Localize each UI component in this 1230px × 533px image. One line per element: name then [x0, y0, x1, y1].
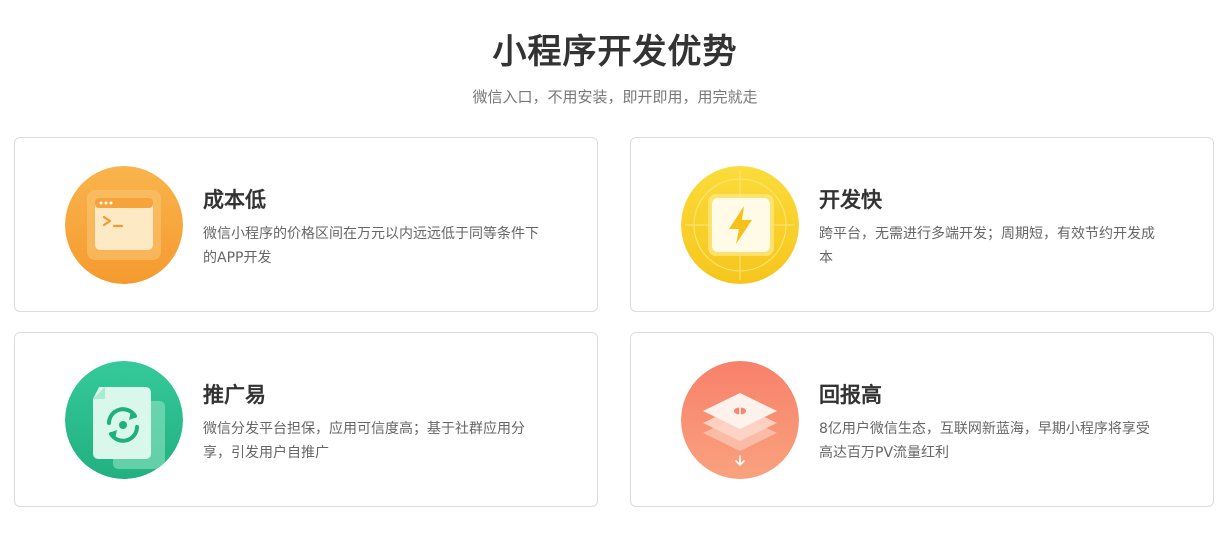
card-title: 回报高 [819, 383, 882, 407]
advantage-card-low-cost: 成本低 微信小程序的价格区间在万元以内远远低于同等条件下的APP开发 [14, 137, 598, 312]
section-title: 小程序开发优势 [492, 32, 738, 72]
card-description: 8亿用户微信生态，互联网新蓝海，早期小程序将享受高达百万PV流量红利 [819, 421, 1150, 461]
section-subtitle: 微信入口，不用安装，即开即用，用完就走 [472, 88, 758, 106]
card-title: 开发快 [819, 188, 882, 212]
advantage-card-easy-promotion: 推广易 微信分发平台担保，应用可信度高；基于社群应用分享，引发用户自推广 [14, 332, 598, 507]
advantage-card-high-return: 回报高 8亿用户微信生态，互联网新蓝海，早期小程序将享受高达百万PV流量红利 [630, 332, 1214, 507]
card-title: 成本低 [203, 188, 266, 212]
card-title: 推广易 [203, 383, 266, 407]
lightning-icon [681, 166, 799, 284]
terminal-window-icon [65, 166, 183, 284]
advantage-card-fast-dev: 开发快 跨平台，无需进行多端开发；周期短，有效节约开发成本 [630, 137, 1214, 312]
card-description: 跨平台，无需进行多端开发；周期短，有效节约开发成本 [819, 226, 1155, 266]
sync-document-icon [65, 361, 183, 479]
layers-icon [681, 361, 799, 479]
card-description: 微信分发平台担保，应用可信度高；基于社群应用分享，引发用户自推广 [203, 421, 525, 461]
card-description: 微信小程序的价格区间在万元以内远远低于同等条件下的APP开发 [203, 226, 539, 266]
